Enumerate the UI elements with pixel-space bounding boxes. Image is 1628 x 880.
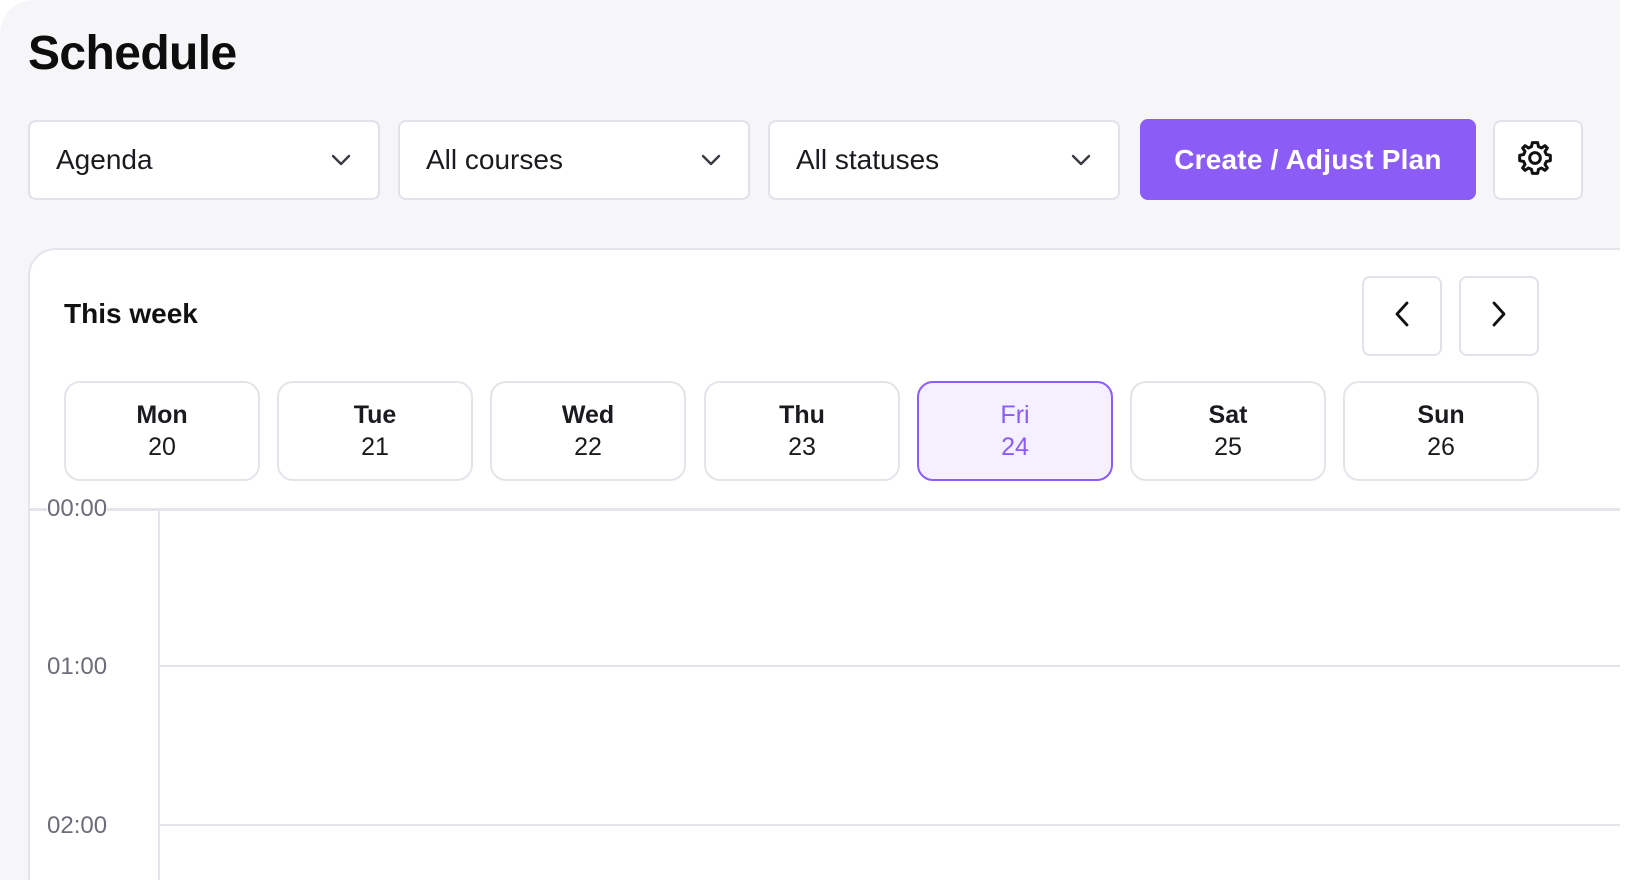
day-date: 23 bbox=[788, 433, 816, 461]
day-tile-tue[interactable]: Tue 21 bbox=[277, 381, 473, 481]
create-adjust-plan-button[interactable]: Create / Adjust Plan bbox=[1140, 119, 1476, 200]
status-select[interactable]: All statuses bbox=[768, 120, 1120, 200]
hour-label: 00:00 bbox=[47, 495, 108, 522]
day-date: 24 bbox=[1001, 433, 1029, 461]
chevron-down-icon bbox=[330, 149, 352, 171]
page-title: Schedule bbox=[28, 27, 237, 80]
hour-label: 01:00 bbox=[47, 653, 108, 680]
view-select-value: Agenda bbox=[56, 144, 153, 175]
day-name: Thu bbox=[779, 401, 825, 429]
day-tile-mon[interactable]: Mon 20 bbox=[64, 381, 260, 481]
day-name: Tue bbox=[353, 401, 397, 429]
day-name: Mon bbox=[136, 401, 188, 429]
schedule-app: Schedule Agenda All courses All statuses… bbox=[0, 0, 1620, 880]
day-name: Fri bbox=[1000, 401, 1030, 429]
next-week-button[interactable] bbox=[1459, 276, 1539, 356]
hour-line bbox=[158, 824, 1620, 826]
course-select[interactable]: All courses bbox=[398, 120, 750, 200]
day-date: 26 bbox=[1427, 433, 1455, 461]
day-tile-fri[interactable]: Fri 24 bbox=[917, 381, 1113, 481]
chevron-right-icon bbox=[1491, 301, 1507, 332]
chevron-down-icon bbox=[700, 149, 722, 171]
course-select-value: All courses bbox=[426, 144, 563, 175]
settings-button[interactable] bbox=[1493, 120, 1583, 200]
gear-icon bbox=[1515, 138, 1555, 183]
status-select-value: All statuses bbox=[796, 144, 940, 175]
hour-label: 02:00 bbox=[47, 812, 108, 839]
week-title: This week bbox=[64, 298, 198, 329]
view-select[interactable]: Agenda bbox=[28, 120, 380, 200]
day-date: 21 bbox=[361, 433, 389, 461]
day-date: 22 bbox=[574, 433, 602, 461]
day-name: Wed bbox=[561, 401, 615, 429]
hour-line bbox=[158, 665, 1620, 667]
day-tile-wed[interactable]: Wed 22 bbox=[490, 381, 686, 481]
day-tile-sat[interactable]: Sat 25 bbox=[1130, 381, 1326, 481]
day-tile-sun[interactable]: Sun 26 bbox=[1343, 381, 1539, 481]
grid-top-divider bbox=[30, 508, 1620, 511]
week-calendar: This week Mon 20 Tue 21 Wed 22 Thu 23 Fr… bbox=[28, 248, 1620, 880]
chevron-left-icon bbox=[1394, 301, 1410, 332]
time-grid[interactable]: 00:00 01:00 02:00 bbox=[30, 496, 1620, 880]
day-name: Sat bbox=[1208, 401, 1248, 429]
day-date: 25 bbox=[1214, 433, 1242, 461]
day-tile-thu[interactable]: Thu 23 bbox=[704, 381, 900, 481]
chevron-down-icon bbox=[1070, 149, 1092, 171]
day-name: Sun bbox=[1417, 401, 1465, 429]
day-date: 20 bbox=[148, 433, 176, 461]
previous-week-button[interactable] bbox=[1362, 276, 1442, 356]
